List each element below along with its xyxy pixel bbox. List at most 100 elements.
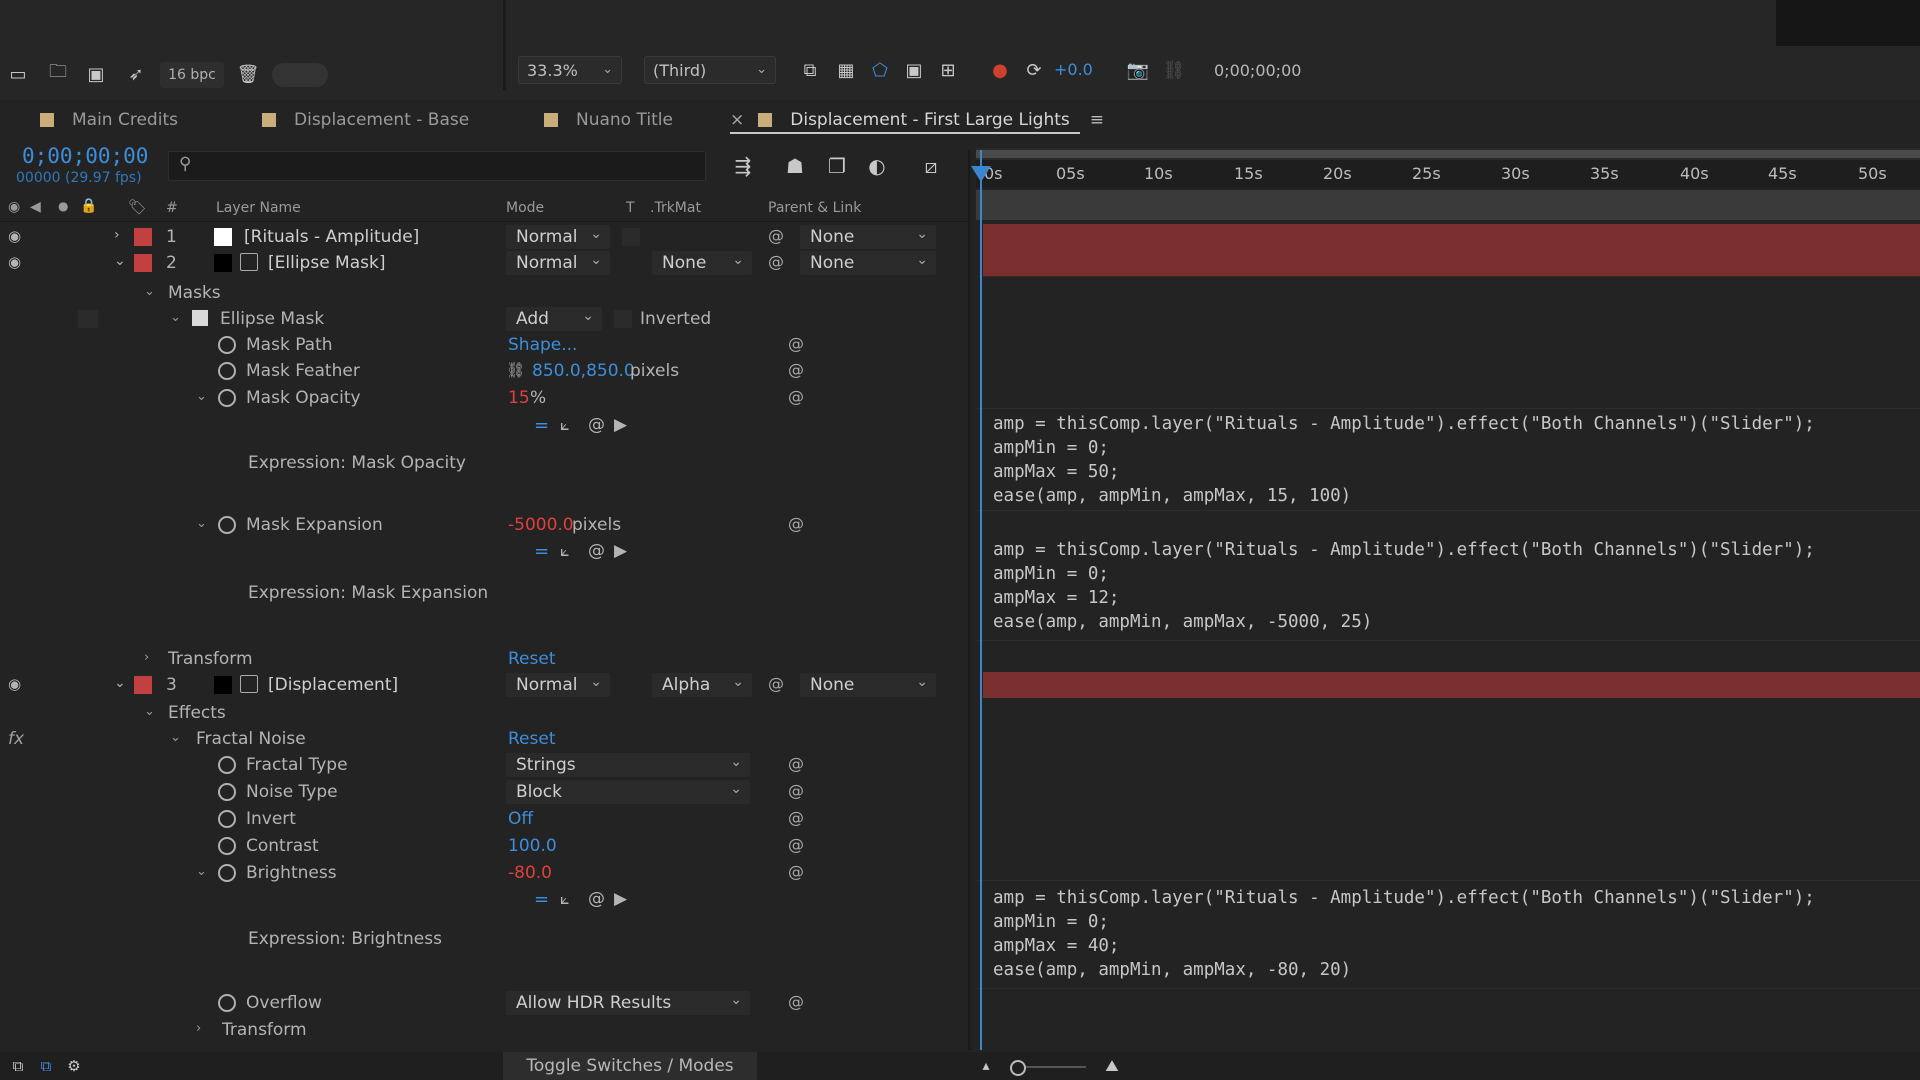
tab-displacement-base[interactable]: Displacement - Base bbox=[262, 107, 469, 133]
draft-3d-icon[interactable]: ☗ bbox=[780, 152, 810, 180]
collapse-chevron-icon[interactable]: ⌄ bbox=[196, 864, 207, 879]
audio-column-icon[interactable]: ◀ bbox=[30, 199, 41, 215]
layer-2-duration-bar[interactable] bbox=[983, 250, 1920, 276]
pickwhip-icon[interactable]: @ bbox=[788, 835, 804, 854]
pickwhip-icon[interactable]: @ bbox=[788, 781, 804, 800]
zoom-out-icon[interactable]: ▴ bbox=[976, 1056, 996, 1076]
folder-icon[interactable]: 🗀 bbox=[44, 61, 72, 86]
expand-chevron-icon[interactable]: › bbox=[114, 227, 120, 243]
expression-editor-mask-opacity[interactable]: amp = thisComp.layer("Rituals - Amplitud… bbox=[993, 412, 1815, 508]
mask-color-swatch[interactable] bbox=[192, 310, 208, 326]
enable-expression-icon[interactable]: = bbox=[534, 415, 549, 436]
lock-column-icon[interactable]: 🔒 bbox=[80, 198, 97, 214]
time-stretch-pane-icon[interactable]: ⚙ bbox=[62, 1056, 86, 1076]
layer-3-duration-bar[interactable] bbox=[983, 672, 1920, 698]
zoom-in-icon[interactable]: ⛰ bbox=[1100, 1056, 1124, 1076]
panel-menu-icon[interactable]: ≡ bbox=[1090, 110, 1104, 130]
pickwhip-icon[interactable]: @ bbox=[788, 514, 804, 533]
transform-group-row[interactable]: › Transform Reset bbox=[0, 646, 968, 672]
expression-language-menu-icon[interactable]: ▶ bbox=[614, 541, 627, 561]
layer-name[interactable]: [Ellipse Mask] bbox=[268, 253, 385, 273]
fractal-noise-row[interactable]: fx ⌄ Fractal Noise Reset bbox=[0, 726, 968, 752]
layer-row-3[interactable]: ◉ ⌄ 3 [Displacement] Normal ⌄ Alpha ⌄ @ No… bbox=[0, 672, 968, 698]
invert-value[interactable]: Off bbox=[508, 809, 533, 829]
bit-depth-button[interactable]: 16 bpc bbox=[160, 62, 224, 88]
show-snapshot-icon[interactable]: ⛓ bbox=[1160, 58, 1188, 82]
mask-mode-select[interactable]: Add ⌄ bbox=[506, 307, 602, 331]
solo-column-icon[interactable]: ● bbox=[58, 199, 68, 213]
layer-name-column-header[interactable]: Layer Name bbox=[216, 200, 301, 216]
stopwatch-icon[interactable] bbox=[218, 994, 236, 1012]
collapse-chevron-icon[interactable]: ⌄ bbox=[144, 704, 155, 719]
expression-editor-mask-expansion[interactable]: amp = thisComp.layer("Rituals - Amplitud… bbox=[993, 538, 1815, 634]
toggle-switches-modes-button[interactable]: Toggle Switches / Modes bbox=[503, 1052, 757, 1080]
layer-switches-pane-icon[interactable]: ⧉ bbox=[6, 1056, 30, 1076]
pickwhip-icon[interactable]: @ bbox=[768, 226, 784, 245]
current-time-indicator-head[interactable] bbox=[971, 166, 991, 182]
mask-lock-box[interactable] bbox=[78, 310, 98, 328]
zoom-slider-handle[interactable] bbox=[1010, 1060, 1026, 1076]
stopwatch-icon[interactable] bbox=[218, 810, 236, 828]
new-composition-icon[interactable]: ▣ bbox=[82, 62, 110, 86]
parent-select[interactable]: None ⌄ bbox=[800, 251, 936, 275]
masks-group-row[interactable]: ⌄ Masks bbox=[0, 280, 968, 306]
expression-editor-brightness[interactable]: amp = thisComp.layer("Rituals - Amplitud… bbox=[993, 886, 1815, 982]
graph-editor-icon[interactable]: ⧄ bbox=[916, 152, 946, 180]
fast-previews-icon[interactable]: ⧉ bbox=[796, 58, 824, 82]
mask-path-value[interactable]: Shape... bbox=[508, 335, 577, 355]
collapse-chevron-icon[interactable]: ⌄ bbox=[170, 310, 181, 325]
trkmat-select[interactable]: None ⌄ bbox=[652, 251, 752, 275]
work-area-bar[interactable] bbox=[976, 148, 1920, 160]
invert-row[interactable]: Invert Off @ bbox=[0, 806, 968, 832]
effect-fx-icon[interactable]: fx bbox=[8, 729, 24, 749]
channel-icon[interactable]: ● bbox=[986, 58, 1014, 82]
project-settings-icon[interactable]: ▭ bbox=[4, 62, 32, 86]
contrast-row[interactable]: Contrast 100.0 @ bbox=[0, 833, 968, 859]
effect-transform-row[interactable]: › Transform bbox=[0, 1017, 968, 1043]
trash-icon[interactable]: 🗑 bbox=[234, 62, 262, 86]
stopwatch-icon[interactable] bbox=[218, 362, 236, 380]
label-color-swatch[interactable] bbox=[134, 254, 152, 272]
pickwhip-icon[interactable]: @ bbox=[788, 808, 804, 827]
brightness-row[interactable]: ⌄ Brightness -80.0 @ bbox=[0, 860, 968, 886]
mask-expansion-value[interactable]: -5000.0 bbox=[508, 515, 574, 535]
collapse-chevron-icon[interactable]: ⌄ bbox=[114, 253, 126, 269]
pickwhip-icon[interactable]: @ bbox=[768, 252, 784, 271]
pickwhip-icon[interactable]: @ bbox=[768, 674, 784, 693]
eye-icon[interactable]: ◉ bbox=[8, 675, 21, 693]
expression-language-menu-icon[interactable]: ▶ bbox=[614, 889, 627, 909]
expand-chevron-icon[interactable]: › bbox=[144, 650, 149, 665]
pickwhip-icon[interactable]: @ bbox=[788, 992, 804, 1011]
viewer-timecode[interactable]: 0;00;00;00 bbox=[1206, 56, 1318, 84]
noise-type-row[interactable]: Noise Type Block ⌄ @ bbox=[0, 779, 968, 805]
stopwatch-icon[interactable] bbox=[218, 389, 236, 407]
overflow-select[interactable]: Allow HDR Results ⌄ bbox=[506, 991, 750, 1015]
transform-reset-link[interactable]: Reset bbox=[508, 649, 556, 669]
mask-feather-value[interactable]: 850.0,850.0 bbox=[532, 361, 635, 381]
graph-icon[interactable]: ⟀ bbox=[560, 415, 570, 435]
noise-type-select[interactable]: Block ⌄ bbox=[506, 780, 750, 804]
render-queue-icon[interactable]: ➶ bbox=[122, 62, 150, 86]
label-color-swatch[interactable] bbox=[134, 228, 152, 246]
label-color-swatch[interactable] bbox=[134, 676, 152, 694]
overflow-row[interactable]: Overflow Allow HDR Results ⌄ @ bbox=[0, 990, 968, 1016]
layer-row-2[interactable]: ◉ ⌄ 2 [Ellipse Mask] Normal ⌄ None ⌄ @ Non… bbox=[0, 250, 968, 276]
layer-row-1[interactable]: ◉ › 1 [Rituals - Amplitude] Normal ⌄ @ No… bbox=[0, 224, 968, 250]
grid-guides-icon[interactable]: ⊞ bbox=[934, 58, 962, 82]
stopwatch-icon[interactable] bbox=[218, 756, 236, 774]
snapshot-camera-icon[interactable]: 📷 bbox=[1124, 58, 1152, 82]
effect-name[interactable]: Fractal Noise bbox=[196, 729, 306, 749]
contrast-value[interactable]: 100.0 bbox=[508, 836, 557, 856]
exposure-value[interactable]: +0.0 bbox=[1054, 60, 1093, 79]
stopwatch-icon[interactable] bbox=[218, 864, 236, 882]
mask-expansion-row[interactable]: ⌄ Mask Expansion -5000.0 pixels @ bbox=[0, 512, 968, 538]
tab-nuano-title[interactable]: Nuano Title bbox=[544, 107, 673, 133]
mask-name[interactable]: Ellipse Mask bbox=[220, 309, 324, 329]
stopwatch-icon[interactable] bbox=[218, 336, 236, 354]
pickwhip-icon[interactable]: @ bbox=[788, 862, 804, 881]
tab-displacement-first-large-lights[interactable]: × Displacement - First Large Lights ≡ bbox=[730, 107, 1104, 133]
parent-select[interactable]: None ⌄ bbox=[800, 673, 936, 697]
current-time-indicator[interactable] bbox=[980, 150, 982, 1050]
preserve-transparency-checkbox[interactable] bbox=[622, 228, 640, 246]
motion-blur-icon[interactable]: ◐ bbox=[862, 152, 892, 180]
